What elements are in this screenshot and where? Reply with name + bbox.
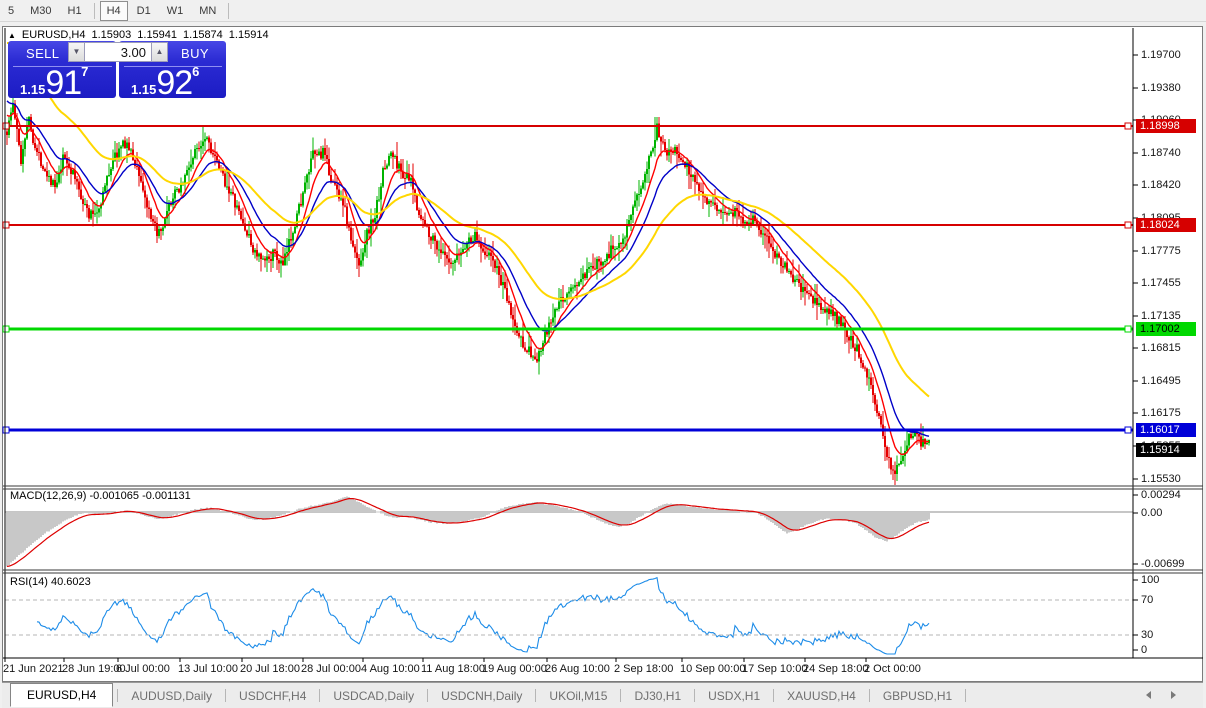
volume-spinner: ▼ ▲ (68, 42, 168, 62)
volume-increase-button[interactable]: ▲ (151, 42, 168, 62)
buy-button[interactable]: BUY (181, 46, 209, 61)
volume-input[interactable] (85, 42, 151, 62)
terminal-root: 5 M30 H1 H4 D1 W1 MN ▲ EURUSD,H4 1.15903 1.15941 1… (0, 0, 1206, 708)
tab-scroll-arrows (1146, 691, 1192, 699)
tab-scroll-right-icon[interactable] (1171, 691, 1176, 699)
sell-button[interactable]: SELL (26, 46, 59, 61)
chart-canvas[interactable] (0, 0, 1206, 708)
volume-decrease-button[interactable]: ▼ (68, 42, 85, 62)
tab-scroll-left-icon[interactable] (1146, 691, 1151, 699)
